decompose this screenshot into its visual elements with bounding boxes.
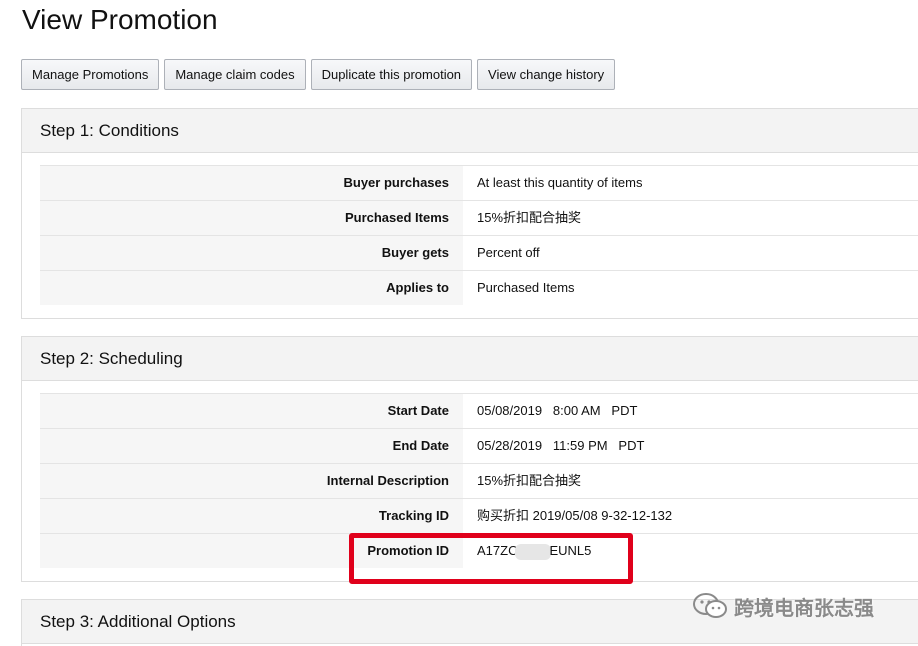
row-value: At least this quantity of items — [477, 175, 643, 190]
row-label: Tracking ID — [40, 499, 463, 533]
row-value: 05/28/2019 11:59 PM PDT — [477, 438, 645, 453]
table-row: Internal Description 15%折扣配合抽奖 — [40, 463, 918, 498]
row-value: 05/08/2019 8:00 AM PDT — [477, 403, 638, 418]
row-label: Start Date — [40, 394, 463, 428]
table-row: Tracking ID 购买折扣 2019/05/08 9-32-12-132 — [40, 498, 918, 533]
table-row: End Date 05/28/2019 11:59 PM PDT — [40, 428, 918, 463]
row-label: Buyer gets — [40, 236, 463, 270]
row-value: 购买折扣 2019/05/08 9-32-12-132 — [477, 508, 673, 523]
manage-claim-codes-button[interactable]: Manage claim codes — [164, 59, 306, 90]
row-value: 15%折扣配合抽奖 — [477, 210, 582, 225]
table-row: Buyer gets Percent off — [40, 235, 918, 270]
row-label: End Date — [40, 429, 463, 463]
watermark: 跨境电商张志强 — [692, 592, 874, 620]
step1-rows: Buyer purchases At least this quantity o… — [40, 165, 918, 305]
table-row: Buyer purchases At least this quantity o… — [40, 165, 918, 200]
page-title: View Promotion — [22, 4, 218, 35]
manage-promotions-button[interactable]: Manage Promotions — [21, 59, 160, 90]
view-promotion-page: View Promotion Manage Promotions Manage … — [0, 0, 918, 646]
step2-header: Step 2: Scheduling — [22, 337, 918, 381]
row-value: Percent off — [477, 245, 540, 260]
step1-conditions-section: Step 1: Conditions Buyer purchases At le… — [21, 108, 918, 319]
row-value: 15%折扣配合抽奖 — [477, 473, 582, 488]
table-row: Purchased Items 15%折扣配合抽奖 — [40, 200, 918, 235]
wechat-icon — [693, 593, 727, 618]
toolbar: Manage Promotions Manage claim codes Dup… — [21, 59, 620, 90]
highlight-box — [349, 533, 633, 584]
table-row: Start Date 05/08/2019 8:00 AM PDT — [40, 393, 918, 428]
row-label: Internal Description — [40, 464, 463, 498]
row-label: Purchased Items — [40, 201, 463, 235]
row-label: Buyer purchases — [40, 166, 463, 200]
view-change-history-button[interactable]: View change history — [477, 59, 616, 90]
row-label: Applies to — [40, 271, 463, 305]
step1-header: Step 1: Conditions — [22, 109, 918, 153]
watermark-text: 跨境电商张志强 — [734, 597, 874, 620]
table-row: Applies to Purchased Items — [40, 270, 918, 305]
duplicate-promotion-button[interactable]: Duplicate this promotion — [310, 59, 473, 90]
row-value: Purchased Items — [477, 280, 575, 295]
